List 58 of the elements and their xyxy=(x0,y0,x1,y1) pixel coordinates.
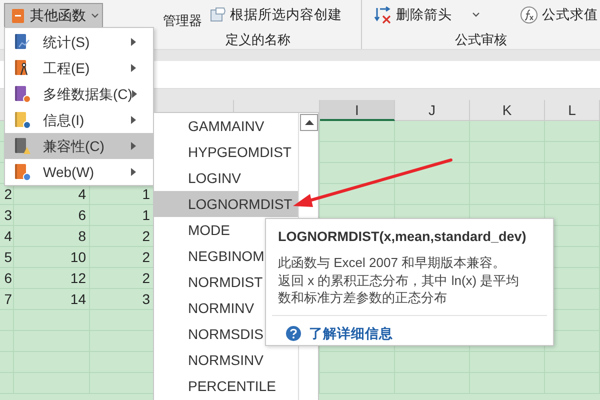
function-signature: LOGNORMDIST(x,mean,standard_dev) xyxy=(278,228,526,246)
menu-item[interactable]: Web(W) xyxy=(5,159,153,185)
menu-item[interactable]: 工程(E) xyxy=(5,55,153,81)
menu-item[interactable]: 兼容性(C) xyxy=(5,133,153,159)
submenu-arrow-icon xyxy=(131,38,137,46)
help-icon xyxy=(286,326,301,342)
ribbon-button[interactable]: 删除箭头 xyxy=(374,4,480,25)
arrows-remove-icon xyxy=(374,6,392,24)
ribbon-button[interactable]: 公式求值 xyxy=(520,4,598,25)
submenu-arrow-icon xyxy=(131,168,137,176)
function-item[interactable]: NORMSINV xyxy=(154,347,298,373)
info-book-icon xyxy=(13,111,31,129)
functions-dropdown-button[interactable]: 其他函数 xyxy=(4,3,103,28)
cube-book-icon xyxy=(13,85,31,103)
group-label: 公式审核 xyxy=(454,30,508,48)
column-header[interactable]: J xyxy=(395,100,470,121)
table-cell: 8 xyxy=(14,226,90,247)
scroll-up-button[interactable] xyxy=(300,114,318,131)
function-item[interactable]: HYPGEOMDIST xyxy=(154,139,298,165)
function-item[interactable]: LOGINV xyxy=(154,165,298,191)
tag-icon xyxy=(210,6,226,23)
menu-item[interactable]: 多维数据集(C) xyxy=(5,81,153,107)
learn-more-link[interactable]: 了解详细信息 xyxy=(309,324,393,344)
table-cell: 12 xyxy=(14,268,90,289)
name-manager-button[interactable]: 管理器 xyxy=(163,13,202,28)
caret-icon xyxy=(472,12,480,18)
submenu-arrow-icon xyxy=(132,90,138,98)
warning-book-icon xyxy=(13,137,31,155)
table-cell: 4 xyxy=(0,226,14,247)
group-label: 定义的名称 xyxy=(224,30,292,48)
submenu-arrow-icon xyxy=(131,142,137,150)
up-arrow-icon xyxy=(304,120,314,125)
submenu-arrow-icon xyxy=(131,116,137,124)
table-cell xyxy=(545,121,600,142)
table-cell: 7 xyxy=(0,289,14,310)
table-cell: 6 xyxy=(14,205,90,226)
menu-item[interactable]: 信息(I) xyxy=(5,107,153,133)
caret-icon xyxy=(91,13,99,18)
function-item[interactable]: LOGNORMDIST xyxy=(154,191,298,217)
column-header[interactable]: L xyxy=(545,100,600,121)
column-header[interactable]: K xyxy=(470,100,545,121)
globe-book-icon xyxy=(13,163,31,181)
chart-book-icon xyxy=(13,33,31,51)
table-cell: 14 xyxy=(14,289,90,310)
fx-icon xyxy=(520,6,538,24)
function-description: 此函数与 Excel 2007 和早期版本兼容。 返回 x 的累积正态分布，其中 ln(x) 是平均 数和标准方差参数的正态分布 xyxy=(278,254,520,307)
function-book-icon xyxy=(11,8,25,24)
column-header[interactable]: I xyxy=(320,100,395,121)
table-cell xyxy=(545,352,600,373)
menu-item[interactable]: 统计(S) xyxy=(5,29,153,55)
function-item[interactable]: PERCENTILE xyxy=(154,373,298,399)
table-cell: 3 xyxy=(0,205,14,226)
function-item[interactable]: GAMMAINV xyxy=(154,113,298,139)
submenu-arrow-icon xyxy=(131,64,137,72)
table-cell: 5 xyxy=(0,247,14,268)
table-cell: 10 xyxy=(14,247,90,268)
ribbon-button[interactable]: 根据所选内容创建 xyxy=(210,4,342,25)
table-cell: 6 xyxy=(0,268,14,289)
